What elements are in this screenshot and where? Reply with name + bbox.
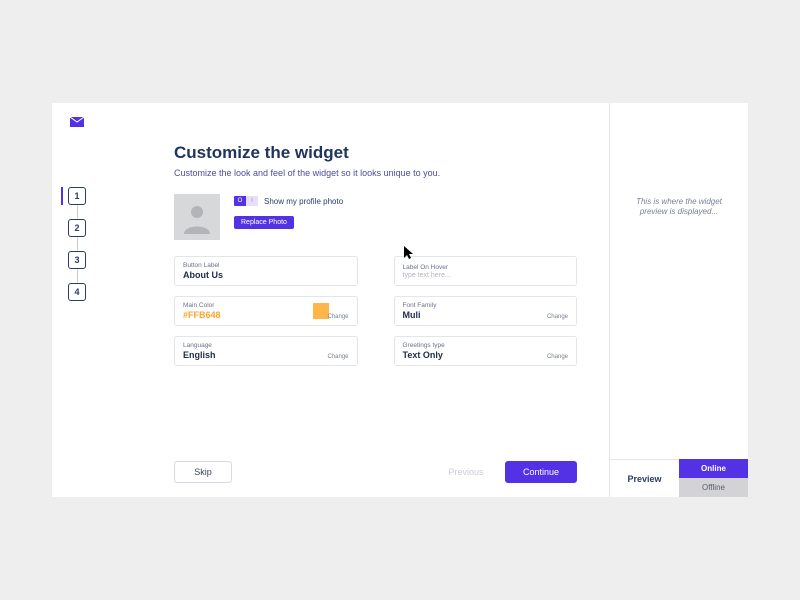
preview-panel: This is where the widget preview is disp…: [610, 103, 748, 497]
change-link[interactable]: Change: [327, 314, 348, 320]
field-label: Label On Hover: [403, 264, 569, 271]
label-on-hover-field[interactable]: Label On Hover type text here...: [394, 256, 578, 286]
field-label: Button Label: [183, 262, 349, 269]
step-divider: [77, 205, 78, 219]
preview-label: Preview: [610, 459, 679, 497]
profile-photo-toggle[interactable]: O I: [234, 196, 258, 206]
change-link[interactable]: Change: [547, 314, 568, 320]
main-content: Customize the widget Customize the look …: [102, 103, 610, 497]
font-family-field[interactable]: Font Family Muli Change: [394, 296, 578, 326]
app-window: 1 2 3 4 Customize the widget Customize t…: [52, 103, 748, 497]
step-indicator: 1 2 3 4: [52, 187, 102, 301]
settings-grid: Button Label About Us Label On Hover typ…: [174, 256, 577, 366]
preview-area: This is where the widget preview is disp…: [610, 103, 748, 459]
preview-tab-offline[interactable]: Offline: [679, 478, 748, 497]
page-subtitle: Customize the look and feel of the widge…: [174, 168, 577, 178]
sidebar: 1 2 3 4: [52, 103, 102, 497]
preview-tab-online[interactable]: Online: [679, 459, 748, 478]
step-2[interactable]: 2: [68, 219, 86, 237]
field-value: English: [183, 350, 349, 360]
step-divider: [77, 269, 78, 283]
page-title: Customize the widget: [174, 143, 577, 163]
field-label: Font Family: [403, 302, 569, 309]
footer-nav: Skip Previous Continue: [174, 447, 577, 483]
button-label-field[interactable]: Button Label About Us: [174, 256, 358, 286]
preview-placeholder-text: This is where the widget preview is disp…: [629, 197, 729, 218]
avatar-placeholder: [174, 194, 220, 240]
skip-button[interactable]: Skip: [174, 461, 232, 483]
profile-photo-toggle-row: O I Show my profile photo: [234, 196, 343, 206]
preview-footer: Preview Online Offline: [610, 459, 748, 497]
greetings-type-field[interactable]: Greetings type Text Only Change: [394, 336, 578, 366]
replace-photo-button[interactable]: Replace Photo: [234, 216, 294, 229]
change-link[interactable]: Change: [327, 354, 348, 360]
preview-tabs: Online Offline: [679, 459, 748, 497]
step-divider: [77, 237, 78, 251]
language-field[interactable]: Language English Change: [174, 336, 358, 366]
step-1[interactable]: 1: [68, 187, 86, 205]
field-label: Language: [183, 342, 349, 349]
field-value: About Us: [183, 270, 349, 280]
field-placeholder: type text here...: [403, 272, 569, 279]
change-link[interactable]: Change: [547, 354, 568, 360]
color-swatch: [313, 303, 329, 319]
step-4[interactable]: 4: [68, 283, 86, 301]
field-value: Muli: [403, 310, 569, 320]
field-label: Greetings type: [403, 342, 569, 349]
photo-section: O I Show my profile photo Replace Photo: [174, 194, 577, 240]
photo-controls: O I Show my profile photo Replace Photo: [234, 194, 343, 229]
mail-icon: [70, 117, 84, 127]
main-color-field[interactable]: Main Color #FFB648 Change: [174, 296, 358, 326]
field-value: Text Only: [403, 350, 569, 360]
previous-button[interactable]: Previous: [437, 461, 495, 483]
continue-button[interactable]: Continue: [505, 461, 577, 483]
profile-photo-toggle-label: Show my profile photo: [264, 197, 343, 206]
step-3[interactable]: 3: [68, 251, 86, 269]
